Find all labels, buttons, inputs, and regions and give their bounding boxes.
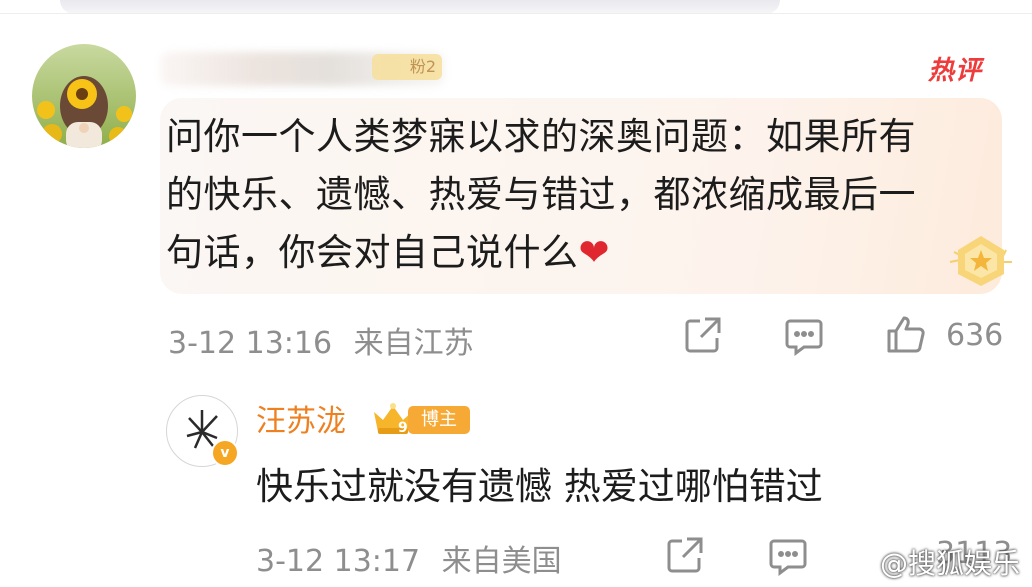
- reply-text: 快乐过就没有遗憾 热爱过哪怕错过: [256, 465, 823, 508]
- reply-time: 3-12 13:17: [256, 544, 421, 579]
- like-icon[interactable]: [886, 314, 926, 358]
- reply-location: 来自美国: [441, 544, 562, 579]
- verified-badge: v: [211, 439, 239, 467]
- comment-timestamp: 3-12 13:16 来自江苏: [168, 318, 474, 362]
- comment-line-3: 句话，你会对自己说什么❤: [166, 224, 986, 282]
- comment-icon[interactable]: [784, 318, 824, 360]
- share-icon[interactable]: [684, 316, 722, 358]
- comment-line-1: 问你一个人类梦寐以求的深奥问题：如果所有: [166, 115, 916, 158]
- fan-badge: 粉2: [372, 54, 442, 80]
- heart-icon: ❤: [578, 231, 611, 274]
- comment-line-3-text: 句话，你会对自己说什么: [166, 231, 579, 274]
- comment-location: 来自江苏: [353, 326, 474, 361]
- reply-comment-icon[interactable]: [768, 538, 808, 580]
- reply-timestamp: 3-12 13:17 来自美国: [256, 536, 562, 580]
- user-level: 9: [398, 420, 408, 436]
- star-medal-icon: [948, 232, 1014, 290]
- reply-share-icon[interactable]: [666, 536, 704, 578]
- comment-text: 问你一个人类梦寐以求的深奥问题：如果所有 的快乐、遗憾、热爱与错过，都浓缩成最后…: [166, 108, 986, 282]
- comment-like-count: 636: [946, 318, 1004, 353]
- watermark: @搜狐娱乐: [880, 547, 1021, 580]
- commenter-avatar[interactable]: [32, 44, 136, 148]
- divider: [0, 13, 1032, 14]
- previous-card-edge: [60, 0, 780, 14]
- blogger-badge: 博主: [408, 406, 470, 434]
- hot-comment-tag: 热评: [928, 56, 983, 86]
- comment-line-2: 的快乐、遗憾、热爱与错过，都浓缩成最后一: [166, 173, 916, 216]
- replier-username[interactable]: 汪苏泷: [256, 396, 346, 440]
- comment-time: 3-12 13:16: [168, 326, 333, 361]
